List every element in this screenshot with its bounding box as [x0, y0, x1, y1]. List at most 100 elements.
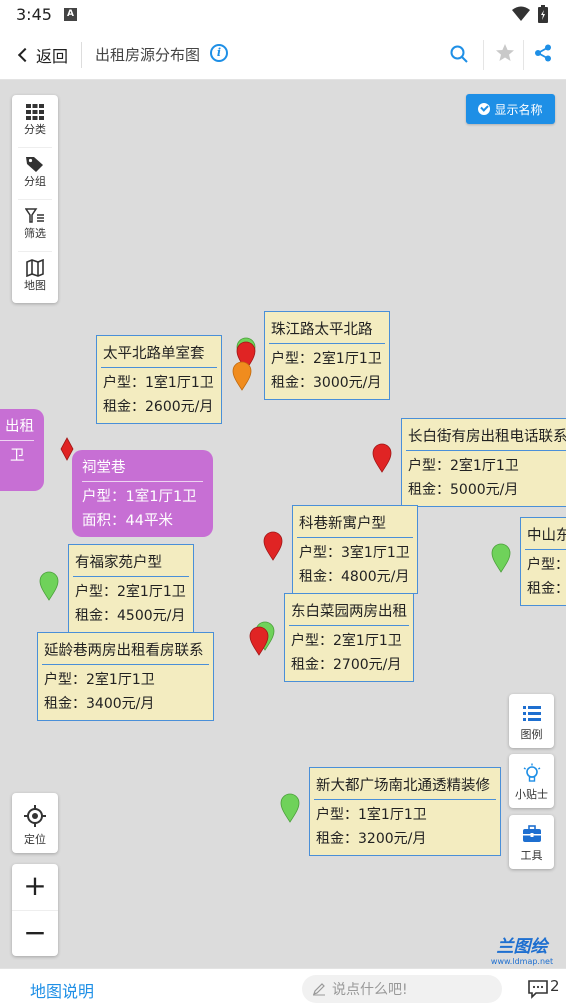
header-divider — [483, 40, 484, 70]
listing-rent: 租金：4800元/月 — [299, 569, 410, 585]
star-icon[interactable] — [495, 43, 515, 63]
comment-input[interactable]: 说点什么吧! — [302, 975, 502, 1003]
map-marker-red[interactable] — [263, 531, 283, 561]
chevron-left-icon — [17, 47, 33, 63]
status-bar: 3:45 A — [0, 0, 566, 30]
group-label: 分组 — [24, 175, 46, 188]
pen-icon — [313, 983, 325, 996]
share-icon[interactable] — [534, 44, 552, 62]
zoom-out-button[interactable]: − — [12, 910, 58, 956]
classify-label: 分类 — [24, 123, 46, 136]
map-icon — [26, 259, 44, 277]
listing-rent: 租金：2600元/月 — [103, 399, 214, 415]
listing-title: 科巷新寓户型 — [297, 510, 413, 538]
listing-rent: 租金：3200元/月 — [316, 831, 427, 847]
listing-rent: 租金：5000元/月 — [408, 482, 519, 498]
listing-card-purple[interactable]: 祠堂巷 户型：1室1厅1卫 面积：44平米 — [72, 450, 213, 537]
grid-icon — [26, 104, 44, 120]
listing-card[interactable]: 有福家苑户型 户型：2室1厅1卫 租金：4500元/月 — [68, 544, 194, 633]
tools-label: 工具 — [520, 849, 543, 862]
listing-title: 长白街有房出租电话联系 — [406, 423, 566, 451]
listing-layout: 户型：2室1厅1卫 — [408, 458, 519, 474]
listing-title: 新大都广场南北通透精装修 — [314, 772, 496, 800]
locate-button[interactable]: 定位 — [12, 793, 58, 853]
filter-label: 筛选 — [24, 227, 46, 240]
header-divider — [81, 42, 82, 68]
show-names-label: 显示名称 — [494, 102, 543, 117]
map-canvas[interactable]: 分类 分组 筛选 地图 显示名称 太平北路单室套 户型：1室1厅1卫 租金：26… — [0, 81, 566, 968]
listing-layout: 户型： — [527, 557, 566, 573]
comment-icon[interactable] — [527, 979, 549, 999]
listing-card[interactable]: 长白街有房出租电话联系 户型：2室1厅1卫 租金：5000元/月 — [401, 418, 566, 507]
listing-title: 东白菜园两房出租 — [289, 598, 409, 626]
crosshair-icon — [24, 805, 46, 827]
wifi-icon — [512, 6, 530, 21]
info-icon[interactable]: i — [210, 44, 228, 62]
toolbox-icon — [522, 825, 541, 842]
map-layer-label: 地图 — [24, 279, 46, 292]
status-time: 3:45 — [16, 5, 52, 24]
listing-layout: 户型：2室1厅1卫 — [291, 633, 402, 649]
classify-button[interactable]: 分类 — [12, 95, 58, 147]
map-marker-green[interactable] — [39, 571, 59, 601]
list-icon — [522, 706, 541, 721]
locate-label: 定位 — [24, 833, 46, 846]
zoom-control: + − — [12, 864, 58, 956]
lightbulb-icon — [523, 763, 540, 782]
listing-rent: 租金：4500元/月 — [75, 608, 186, 624]
listing-layout: 户型：1室1厅1卫 — [103, 375, 214, 391]
listing-title: 延龄巷两房出租看房联系 — [42, 637, 209, 665]
listing-card[interactable]: 中山东 户型： 租金： — [520, 517, 566, 606]
listing-rent: 租金： — [527, 581, 566, 597]
listing-card[interactable]: 新大都广场南北通透精装修 户型：1室1厅1卫 租金：3200元/月 — [309, 767, 501, 856]
listing-layout: 户型：3室1厅1卫 — [299, 545, 410, 561]
filter-icon — [25, 208, 44, 223]
map-marker-green[interactable] — [280, 793, 300, 823]
listing-rent: 租金：3000元/月 — [271, 375, 382, 391]
map-marker-red[interactable] — [372, 443, 392, 473]
legend-button[interactable]: 图例 — [509, 694, 554, 748]
listing-card[interactable]: 延龄巷两房出租看房联系 户型：2室1厅1卫 租金：3400元/月 — [37, 632, 214, 721]
listing-area: 面积：44平米 — [82, 513, 173, 529]
group-button[interactable]: 分组 — [12, 147, 58, 199]
listing-title: 祠堂巷 — [82, 454, 203, 482]
back-button[interactable]: 返回 — [16, 42, 68, 68]
check-circle-icon — [478, 103, 491, 115]
battery-icon — [538, 5, 548, 23]
filter-button[interactable]: 筛选 — [12, 199, 58, 251]
page-title: 出租房源分布图 — [95, 46, 201, 64]
listing-title: 有福家苑户型 — [73, 549, 189, 577]
listing-layout: 户型：2室1厅1卫 — [44, 672, 155, 688]
listing-layout: 卫 — [10, 448, 25, 464]
listing-card[interactable]: 东白菜园两房出租 户型：2室1厅1卫 租金：2700元/月 — [284, 593, 414, 682]
show-names-button[interactable]: 显示名称 — [466, 94, 555, 124]
map-layer-button[interactable]: 地图 — [12, 251, 58, 303]
comment-placeholder: 说点什么吧! — [332, 982, 408, 998]
header-divider — [523, 40, 524, 70]
tag-icon — [26, 157, 43, 172]
listing-card[interactable]: 科巷新寓户型 户型：3室1厅1卫 租金：4800元/月 — [292, 505, 418, 594]
tips-button[interactable]: 小贴士 — [509, 754, 554, 808]
search-icon[interactable] — [450, 45, 468, 63]
listing-card[interactable]: 太平北路单室套 户型：1室1厅1卫 租金：2600元/月 — [96, 335, 222, 424]
comment-count: 2 — [550, 977, 560, 995]
zoom-in-button[interactable]: + — [12, 864, 58, 910]
tips-label: 小贴士 — [515, 788, 548, 801]
logo-url: www.ldmap.net — [490, 957, 554, 966]
listing-card-purple[interactable]: 出租 卫 — [0, 409, 44, 491]
app-header: 返回 出租房源分布图 i — [0, 30, 566, 80]
listing-title: 太平北路单室套 — [101, 340, 217, 368]
listing-title: 出租 — [0, 413, 34, 441]
map-marker-orange[interactable] — [232, 361, 252, 391]
back-label: 返回 — [36, 47, 69, 66]
map-marker-red[interactable] — [249, 626, 269, 656]
listing-card[interactable]: 珠江路太平北路 户型：2室1厅1卫 租金：3000元/月 — [264, 311, 390, 400]
tools-button[interactable]: 工具 — [509, 815, 554, 869]
map-description-link[interactable]: 地图说明 — [30, 978, 94, 1002]
listing-title: 珠江路太平北路 — [269, 316, 385, 344]
map-marker-green[interactable] — [491, 543, 511, 573]
listing-rent: 租金：2700元/月 — [291, 657, 402, 673]
listing-layout: 户型：2室1厅1卫 — [271, 351, 382, 367]
listing-layout: 户型：1室1厅1卫 — [316, 807, 427, 823]
listing-title: 中山东 — [525, 522, 566, 550]
